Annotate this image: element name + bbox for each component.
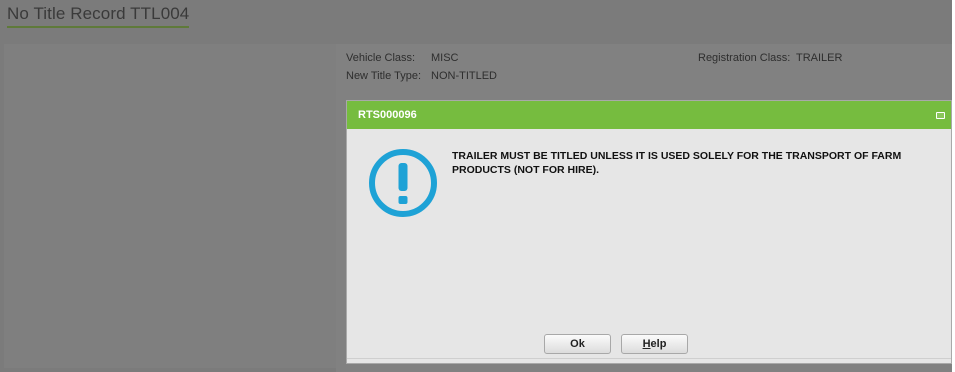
minimize-icon[interactable] [936,112,945,119]
dialog-footer-divider [347,358,951,359]
exclamation-circle-icon [369,149,437,217]
help-button[interactable]: Help [621,334,688,354]
dialog-header: RTS000096 [347,101,951,129]
new-title-type-value: NON-TITLED [431,70,497,82]
alert-dialog: RTS000096 TRAILER MUST BE TITLED UNLESS … [346,100,952,364]
new-title-type-label: New Title Type: [346,70,421,82]
registration-class-value: TRAILER [796,52,843,64]
help-button-accelerator: H [642,338,651,350]
ok-button[interactable]: Ok [544,334,611,354]
help-button-label: elp [650,338,667,350]
registration-class-label: Registration Class: [698,52,791,64]
vehicle-class-value: MISC [431,52,459,64]
dialog-title: RTS000096 [358,109,417,121]
dialog-message: TRAILER MUST BE TITLED UNLESS IT IS USED… [452,150,902,176]
page-title: No Title Record TTL004 [7,4,190,28]
left-panel [4,44,336,368]
vehicle-class-label: Vehicle Class: [346,52,416,64]
